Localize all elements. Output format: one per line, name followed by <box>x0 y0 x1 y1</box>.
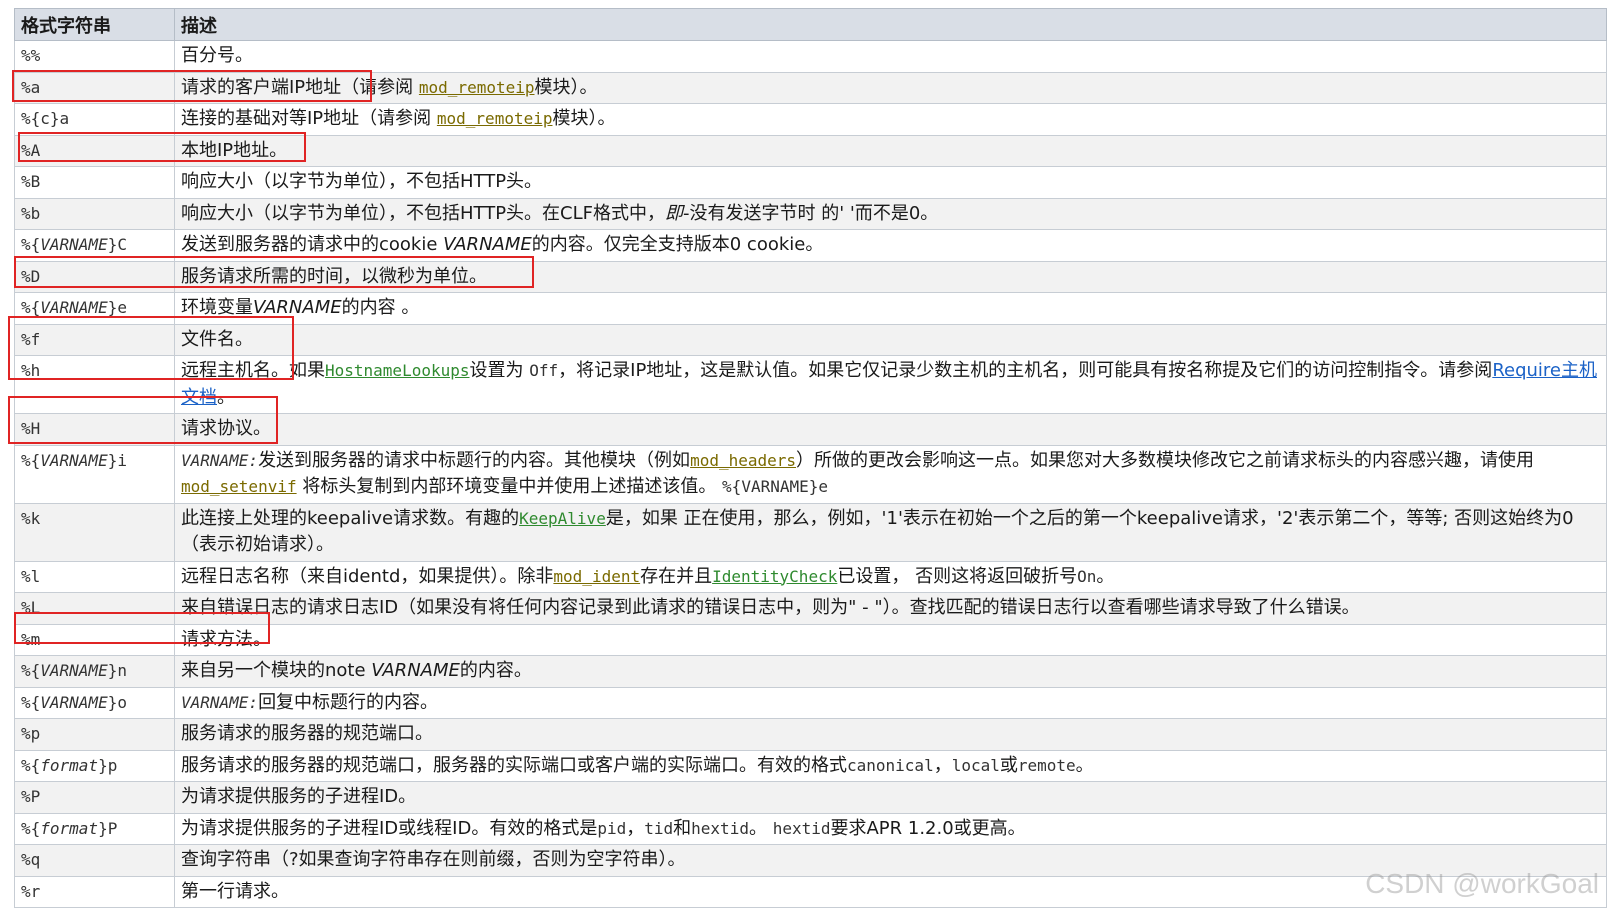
log-format-table: 格式字符串 描述 %% 百分号。 %a 请求的客户端IP地址（请参阅 mod_r… <box>14 8 1607 908</box>
description-cell: 服务请求的服务器的规范端口，服务器的实际端口或客户端的实际端口。有效的格式can… <box>174 749 1607 782</box>
description-cell: 本地IP地址。 <box>174 134 1607 167</box>
table-row: %{VARNAME}C 发送到服务器的请求中的cookie VARNAME的内容… <box>14 229 1607 262</box>
description-cell: VARNAME:回复中标题行的内容。 <box>174 686 1607 719</box>
table-row: %{format}P 为请求提供服务的子进程ID或线程ID。有效的格式是pid，… <box>14 812 1607 845</box>
table-row: %H 请求协议。 <box>14 413 1607 446</box>
description-cell: 服务请求所需的时间，以微秒为单位。 <box>174 260 1607 293</box>
format-cell: %l <box>14 560 175 593</box>
format-cell: %{c}a <box>14 103 175 136</box>
format-string-table-container: 格式字符串 描述 %% 百分号。 %a 请求的客户端IP地址（请参阅 mod_r… <box>14 8 1607 908</box>
description-cell: 远程主机名。如果HostnameLookups设置为 Off，将记录IP地址，这… <box>174 355 1607 414</box>
table-row: %{format}p 服务请求的服务器的规范端口，服务器的实际端口或客户端的实际… <box>14 749 1607 782</box>
table-row: %b 响应大小（以字节为单位），不包括HTTP头。在CLF格式中，即-没有发送字… <box>14 197 1607 230</box>
table-row: %{VARNAME}e 环境变量VARNAME的内容 。 <box>14 292 1607 325</box>
table-row: %k 此连接上处理的keepalive请求数。有趣的KeepAlive是，如果 … <box>14 502 1607 562</box>
description-cell: 此连接上处理的keepalive请求数。有趣的KeepAlive是，如果 正在使… <box>174 502 1607 562</box>
description-cell: 来自另一个模块的note VARNAME的内容。 <box>174 655 1607 688</box>
format-cell: %k <box>14 502 175 562</box>
table-row: %m 请求方法。 <box>14 623 1607 656</box>
description-cell: 响应大小（以字节为单位），不包括HTTP头。 <box>174 166 1607 199</box>
table-row: %p 服务请求的服务器的规范端口。 <box>14 718 1607 751</box>
format-cell: %L <box>14 592 175 625</box>
mod-remoteip-link[interactable]: mod_remoteip <box>419 78 535 97</box>
table-header-row: 格式字符串 描述 <box>14 8 1607 41</box>
format-cell: %D <box>14 260 175 293</box>
table-row: %h 远程主机名。如果HostnameLookups设置为 Off，将记录IP地… <box>14 355 1607 414</box>
description-cell: VARNAME:发送到服务器的请求中标题行的内容。其他模块（例如mod_head… <box>174 444 1607 504</box>
format-cell: %{VARNAME}i <box>14 444 175 504</box>
table-row: %a 请求的客户端IP地址（请参阅 mod_remoteip模块）。 <box>14 71 1607 104</box>
format-cell: %P <box>14 781 175 814</box>
description-cell: 连接的基础对等IP地址（请参阅 mod_remoteip模块）。 <box>174 103 1607 136</box>
format-cell: %{VARNAME}e <box>14 292 175 325</box>
description-cell: 为请求提供服务的子进程ID或线程ID。有效的格式是pid，tid和hextid。… <box>174 812 1607 845</box>
format-cell: %q <box>14 844 175 877</box>
format-cell: %p <box>14 718 175 751</box>
format-cell: %{VARNAME}C <box>14 229 175 262</box>
description-cell: 百分号。 <box>174 40 1607 73</box>
table-row: %{VARNAME}i VARNAME:发送到服务器的请求中标题行的内容。其他模… <box>14 444 1607 504</box>
format-cell: %% <box>14 40 175 73</box>
format-cell: %{VARNAME}n <box>14 655 175 688</box>
table-row: %B 响应大小（以字节为单位），不包括HTTP头。 <box>14 166 1607 199</box>
format-cell: %h <box>14 355 175 414</box>
header-description: 描述 <box>174 8 1607 41</box>
table-row: %A 本地IP地址。 <box>14 134 1607 167</box>
keepalive-link[interactable]: KeepAlive <box>519 509 606 528</box>
description-cell: 请求协议。 <box>174 413 1607 446</box>
description-cell: 为请求提供服务的子进程ID。 <box>174 781 1607 814</box>
hostnamelookups-link[interactable]: HostnameLookups <box>325 361 470 380</box>
description-cell: 来自错误日志的请求日志ID（如果没有将任何内容记录到此请求的错误日志中，则为" … <box>174 592 1607 625</box>
description-cell: 发送到服务器的请求中的cookie VARNAME的内容。仅完全支持版本0 co… <box>174 229 1607 262</box>
table-row: %P 为请求提供服务的子进程ID。 <box>14 781 1607 814</box>
format-cell: %f <box>14 323 175 356</box>
table-row: %l 远程日志名称（来自identd，如果提供）。除非mod_ident存在并且… <box>14 560 1607 593</box>
format-cell: %{format}p <box>14 749 175 782</box>
description-cell: 远程日志名称（来自identd，如果提供）。除非mod_ident存在并且Ide… <box>174 560 1607 593</box>
identitycheck-link[interactable]: IdentityCheck <box>712 567 837 586</box>
table-row: %{VARNAME}n 来自另一个模块的note VARNAME的内容。 <box>14 655 1607 688</box>
description-cell: 环境变量VARNAME的内容 。 <box>174 292 1607 325</box>
header-format-string: 格式字符串 <box>14 8 175 41</box>
mod-headers-link[interactable]: mod_headers <box>690 451 796 470</box>
format-cell: %H <box>14 413 175 446</box>
format-cell: %r <box>14 875 175 908</box>
watermark: CSDN @workGoal <box>1365 868 1599 899</box>
description-cell: 服务请求的服务器的规范端口。 <box>174 718 1607 751</box>
description-cell: 请求方法。 <box>174 623 1607 656</box>
table-row: %{c}a 连接的基础对等IP地址（请参阅 mod_remoteip模块）。 <box>14 103 1607 136</box>
mod-setenvif-link[interactable]: mod_setenvif <box>181 477 297 496</box>
format-cell: %A <box>14 134 175 167</box>
table-row: %f 文件名。 <box>14 323 1607 356</box>
table-row: %D 服务请求所需的时间，以微秒为单位。 <box>14 260 1607 293</box>
table-row: %{VARNAME}o VARNAME:回复中标题行的内容。 <box>14 686 1607 719</box>
description-cell: 请求的客户端IP地址（请参阅 mod_remoteip模块）。 <box>174 71 1607 104</box>
description-cell: 文件名。 <box>174 323 1607 356</box>
mod-remoteip-link[interactable]: mod_remoteip <box>437 109 553 128</box>
format-cell: %m <box>14 623 175 656</box>
format-cell: %{VARNAME}o <box>14 686 175 719</box>
mod-ident-link[interactable]: mod_ident <box>553 567 640 586</box>
format-cell: %a <box>14 71 175 104</box>
format-cell: %B <box>14 166 175 199</box>
table-row: %% 百分号。 <box>14 40 1607 73</box>
description-cell: 响应大小（以字节为单位），不包括HTTP头。在CLF格式中，即-没有发送字节时 … <box>174 197 1607 230</box>
format-cell: %b <box>14 197 175 230</box>
table-row: %L 来自错误日志的请求日志ID（如果没有将任何内容记录到此请求的错误日志中，则… <box>14 592 1607 625</box>
format-cell: %{format}P <box>14 812 175 845</box>
